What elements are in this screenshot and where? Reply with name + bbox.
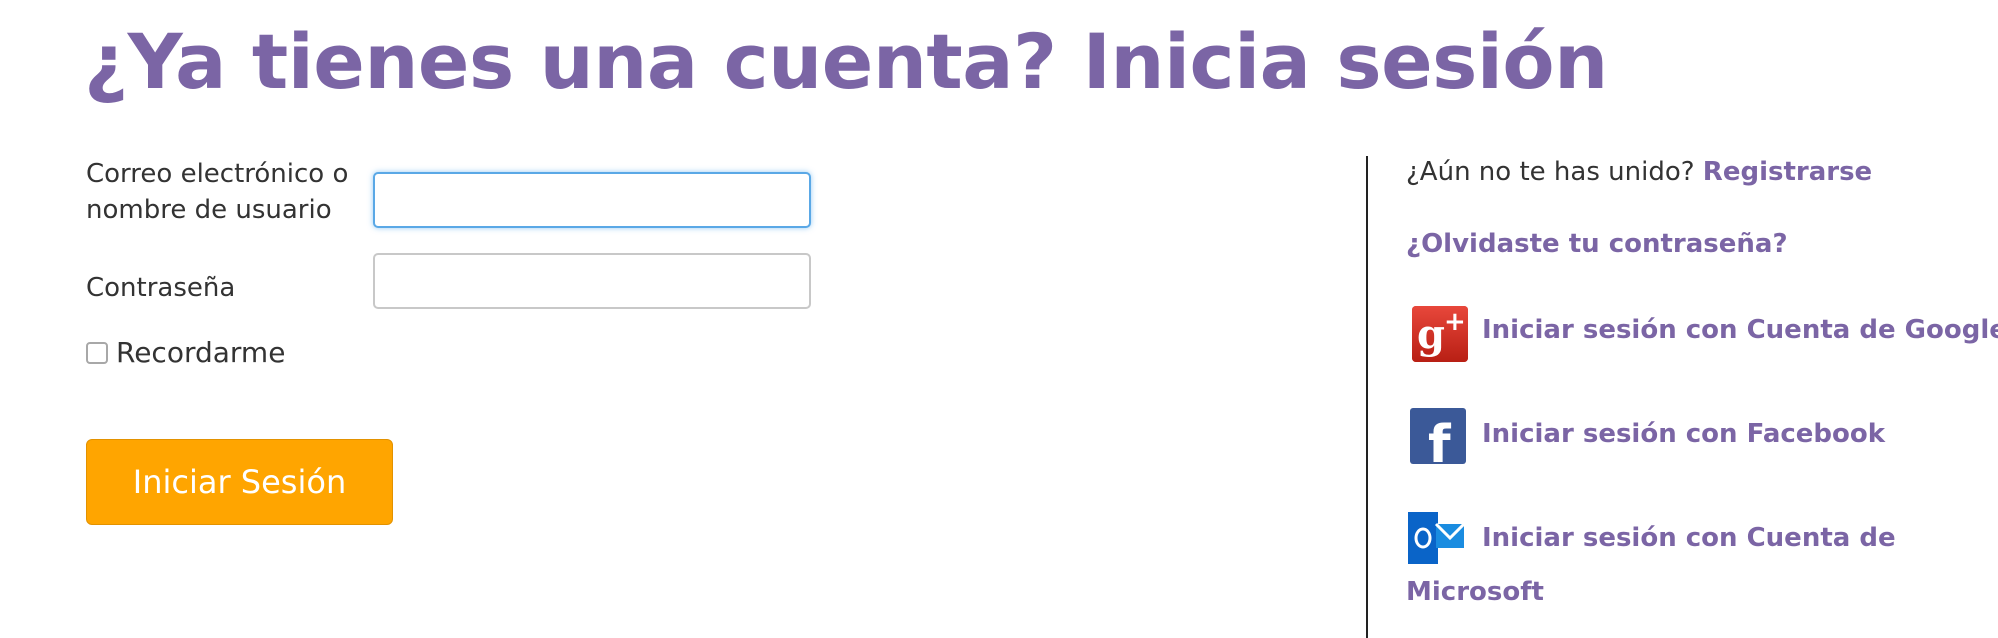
svg-text:+: +	[1444, 307, 1466, 337]
facebook-icon[interactable]: f	[1410, 408, 1466, 464]
remember-checkbox[interactable]	[86, 341, 108, 364]
microsoft-login-link[interactable]: Iniciar sesión con Cuenta de	[1482, 520, 1896, 556]
facebook-login-link[interactable]: Iniciar sesión con Facebook	[1482, 416, 1885, 452]
not-joined-label: ¿Aún no te has unido?	[1406, 157, 1695, 187]
svg-text:g: g	[1417, 311, 1445, 358]
password-field[interactable]	[373, 253, 811, 309]
login-page: ¿Ya tienes una cuenta? Inicia sesión Cor…	[0, 0, 1998, 638]
svg-text:f: f	[1428, 415, 1452, 464]
remember-label: Recordarme	[116, 336, 286, 369]
outlook-icon[interactable]	[1408, 510, 1464, 566]
register-link[interactable]: Registrarse	[1703, 157, 1872, 187]
email-field[interactable]	[373, 172, 811, 228]
not-joined-text: ¿Aún no te has unido? Registrarse	[1406, 154, 1872, 190]
email-label: Correo electrónico o nombre de usuario	[86, 159, 349, 225]
password-label: Contraseña	[86, 273, 236, 303]
login-button[interactable]: Iniciar Sesión	[86, 439, 393, 525]
microsoft-login-link-continued[interactable]: Microsoft	[1406, 574, 1544, 610]
remember-me[interactable]: Recordarme	[86, 336, 285, 369]
google-login-link[interactable]: Iniciar sesión con Cuenta de Google	[1482, 312, 1998, 348]
forgot-password: ¿Olvidaste tu contraseña?	[1406, 226, 1788, 262]
vertical-divider	[1366, 156, 1368, 638]
forgot-password-link[interactable]: ¿Olvidaste tu contraseña?	[1406, 229, 1788, 259]
page-title: ¿Ya tienes una cuenta? Inicia sesión	[84, 17, 1608, 106]
google-plus-icon[interactable]: g +	[1412, 306, 1468, 362]
